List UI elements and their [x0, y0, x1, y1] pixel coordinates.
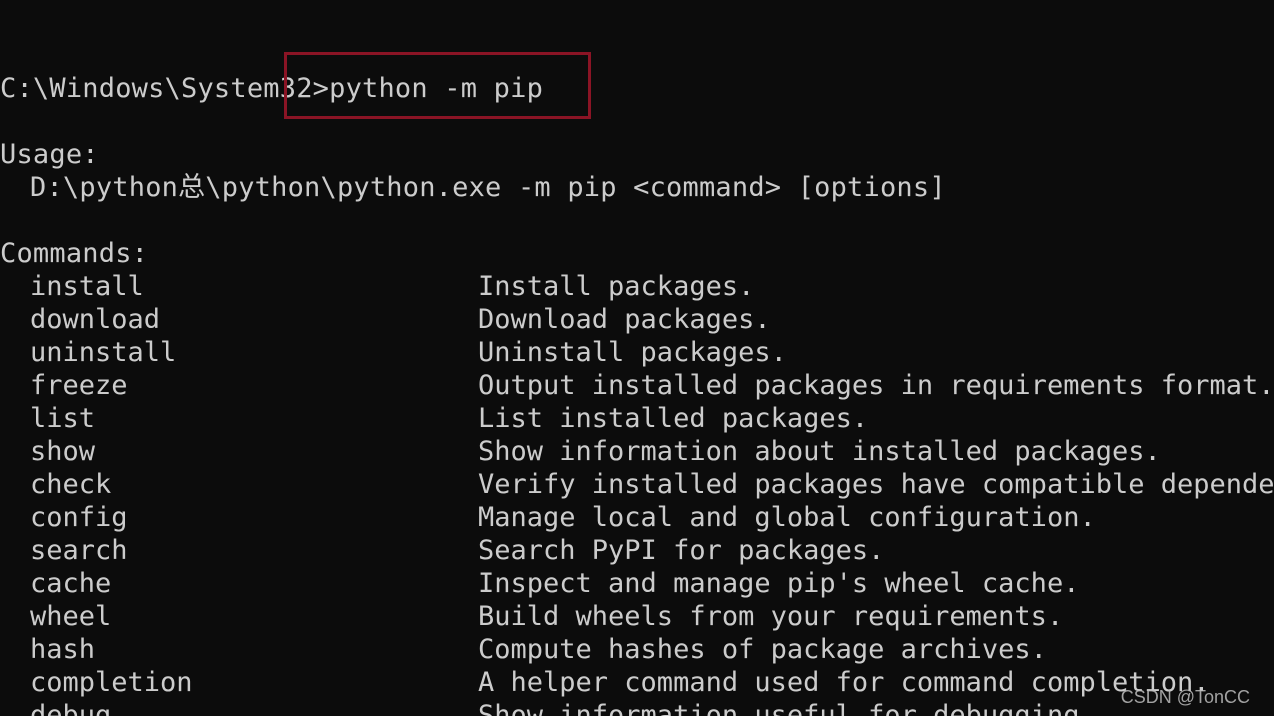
command-description: Verify installed packages have compatibl…	[478, 469, 1274, 500]
command-description: Install packages.	[478, 271, 755, 302]
command-description: Inspect and manage pip's wheel cache.	[478, 568, 1080, 599]
command-name: list	[30, 403, 96, 434]
command-name: freeze	[30, 370, 128, 401]
command-description: Compute hashes of package archives.	[478, 634, 1047, 665]
command-name: completion	[30, 667, 193, 698]
command-name: config	[30, 502, 128, 533]
command-description: Build wheels from your requirements.	[478, 601, 1064, 632]
command-name: install	[30, 271, 144, 302]
command-name: download	[30, 304, 161, 335]
command-name: search	[30, 535, 128, 566]
commands-header: Commands:	[0, 238, 149, 269]
command-description: Show information useful for debugging.	[478, 700, 1096, 716]
command-description: Search PyPI for packages.	[478, 535, 885, 566]
command-description: List installed packages.	[478, 403, 869, 434]
command-name: cache	[30, 568, 112, 599]
command-highlight-box	[284, 52, 591, 119]
command-description: Uninstall packages.	[478, 337, 787, 368]
command-name: debug	[30, 700, 112, 716]
usage-line: D:\python总\python\python.exe -m pip <com…	[30, 172, 946, 203]
command-description: Output installed packages in requirement…	[478, 370, 1274, 401]
command-name: uninstall	[30, 337, 177, 368]
command-name: wheel	[30, 601, 112, 632]
command-name: show	[30, 436, 96, 467]
command-name: hash	[30, 634, 96, 665]
usage-header: Usage:	[0, 139, 99, 170]
watermark: CSDN @TonCC	[1120, 687, 1250, 707]
command-name: check	[30, 469, 112, 500]
prompt-path: C:\Windows\System32>	[0, 73, 330, 104]
command-description: Download packages.	[478, 304, 771, 335]
command-description: Show information about installed package…	[478, 436, 1161, 467]
terminal-window[interactable]: C:\Windows\System32>python -m pip Usage:…	[0, 0, 1274, 716]
command-description: A helper command used for command comple…	[478, 667, 1210, 698]
command-description: Manage local and global configuration.	[478, 502, 1096, 533]
